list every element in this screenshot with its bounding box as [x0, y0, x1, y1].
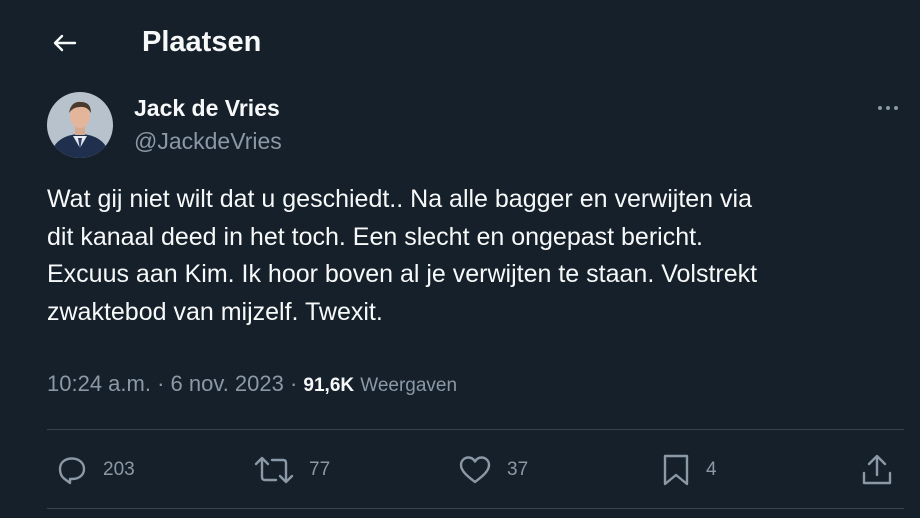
more-icon [878, 106, 882, 110]
like-icon [459, 456, 491, 484]
author-handle[interactable]: @JackdeVries [134, 127, 282, 155]
bookmark-icon [663, 454, 689, 486]
page-title: Plaatsen [142, 26, 262, 58]
share-icon [862, 454, 892, 485]
author-name[interactable]: Jack de Vries [134, 94, 280, 122]
views-count: 91,6K [303, 375, 355, 396]
reply-button[interactable]: 203 [56, 450, 135, 490]
divider [47, 508, 904, 509]
avatar[interactable] [47, 92, 113, 158]
views-label: Weergaven [360, 375, 458, 396]
back-button[interactable] [44, 25, 84, 61]
retweet-icon [254, 456, 294, 484]
share-button[interactable] [860, 450, 894, 490]
bookmark-button[interactable]: 4 [661, 450, 717, 490]
tweet-meta: 10:24 a.m. · 6 nov. 2023 · 91,6K Weergav… [47, 368, 457, 402]
divider [47, 429, 904, 430]
retweet-count: 77 [309, 459, 331, 480]
bookmark-count: 4 [706, 459, 717, 480]
reply-icon [58, 457, 86, 485]
timestamp[interactable]: 10:24 a.m. · 6 nov. 2023 · [47, 371, 303, 396]
retweet-button[interactable]: 77 [254, 450, 330, 490]
back-arrow-icon [53, 34, 77, 52]
tweet-text: Wat gij niet wilt dat u geschiedt.. Na a… [47, 185, 758, 326]
more-button[interactable] [868, 96, 908, 120]
like-button[interactable]: 37 [458, 450, 528, 490]
header: Plaatsen [0, 0, 920, 86]
reply-count: 203 [103, 459, 135, 480]
like-count: 37 [507, 459, 529, 480]
